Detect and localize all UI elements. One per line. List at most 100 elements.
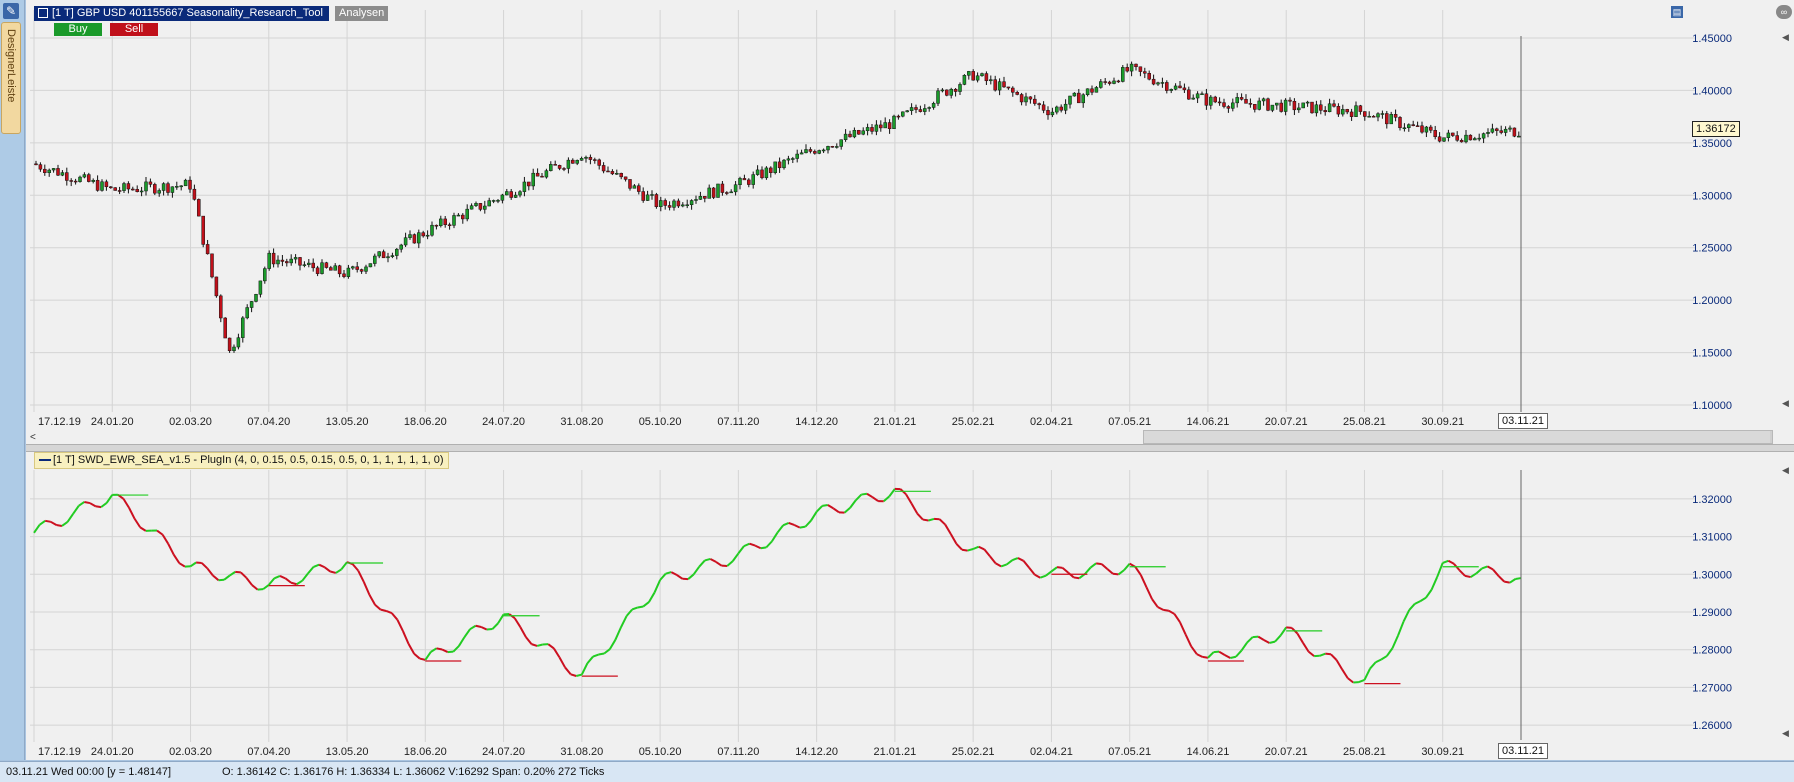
candle-body xyxy=(1121,67,1124,81)
indicator-segment xyxy=(1012,558,1018,560)
candle-body xyxy=(263,269,266,281)
scrollbar-thumb[interactable] xyxy=(1144,431,1770,443)
candle-body xyxy=(1179,86,1182,88)
indicator-x-axis: 17.12.1924.01.2002.03.2007.04.2013.05.20… xyxy=(38,746,1464,758)
candle-body xyxy=(1390,114,1393,124)
indicator-x-tick-label: 17.12.19 xyxy=(38,746,81,758)
candle-body xyxy=(629,179,632,188)
candle-body xyxy=(70,180,73,181)
indicator-segment xyxy=(811,512,817,521)
candle-body xyxy=(391,256,394,257)
price-x-tick-label: 07.11.20 xyxy=(717,416,759,428)
indicator-segment xyxy=(1515,578,1521,579)
candle-body xyxy=(1099,82,1102,88)
candle-body xyxy=(501,195,504,200)
candle-body xyxy=(1368,116,1371,117)
indicator-segment xyxy=(90,503,96,506)
indicator-segment xyxy=(1007,560,1013,564)
indicator-segment xyxy=(582,663,588,674)
candle-body xyxy=(1315,105,1318,113)
buy-button[interactable]: Buy xyxy=(54,23,102,36)
candle-body xyxy=(1201,94,1204,95)
indicator-segment xyxy=(1432,577,1438,590)
link-icon[interactable]: ∞ xyxy=(1776,5,1792,19)
candle-body xyxy=(901,112,904,116)
candle-body xyxy=(598,160,601,166)
candle-body xyxy=(1289,100,1292,101)
panel-collapse-icon[interactable]: ◀ xyxy=(1782,32,1789,43)
candle-body xyxy=(228,338,231,351)
data-box-icon[interactable]: ▤ xyxy=(1671,6,1683,18)
candle-body xyxy=(527,182,530,186)
indicator-segment xyxy=(409,644,415,654)
instrument-title[interactable]: [1 T] GBP USD 401155667 Seasonality_Rese… xyxy=(34,6,329,21)
candle-body xyxy=(250,301,253,307)
price-y-tick-label: 1.35000 xyxy=(1692,138,1732,150)
candle-body xyxy=(1267,99,1270,111)
candle-body xyxy=(1240,97,1243,99)
horizontal-scrollbar[interactable] xyxy=(1143,430,1773,444)
indicator-segment xyxy=(1364,669,1370,680)
candle-body xyxy=(532,173,535,186)
candle-body xyxy=(1513,128,1516,136)
indicator-segment xyxy=(990,556,996,563)
current-price-tag: 1.36172 xyxy=(1692,121,1740,137)
indicator-segment xyxy=(258,589,264,590)
indicator-segment xyxy=(1180,622,1186,634)
candle-body xyxy=(79,177,82,182)
indicator-segment xyxy=(1331,654,1337,660)
candle-body xyxy=(466,209,469,219)
minimize-icon[interactable] xyxy=(38,8,48,18)
candle-body xyxy=(83,175,86,177)
indicator-label[interactable]: [1 T] SWD_EWR_SEA_v1.5 - PlugIn (4, 0, 0… xyxy=(34,452,449,469)
indicator-cursor-date: 03.11.21 xyxy=(1498,743,1548,759)
indicator-segment xyxy=(157,531,163,535)
indicator-collapse-icon[interactable]: ◀ xyxy=(1782,465,1789,476)
indicator-segment xyxy=(778,525,784,532)
panel-divider[interactable] xyxy=(26,444,1794,452)
candle-body xyxy=(875,125,878,131)
panel-collapse-icon-bottom[interactable]: ◀ xyxy=(1782,398,1789,409)
indicator-segment xyxy=(515,618,521,627)
candle-body xyxy=(1258,101,1261,109)
candle-body xyxy=(1372,116,1375,117)
indicator-segment xyxy=(498,614,504,623)
indicator-series xyxy=(34,489,1521,684)
candle-body xyxy=(1249,103,1252,104)
chart-canvas[interactable]: 1.450001.400001.350001.300001.250001.200… xyxy=(0,0,1794,760)
candle-body xyxy=(1108,82,1111,84)
candle-body xyxy=(778,162,781,168)
candle-body xyxy=(787,159,790,160)
indicator-segment xyxy=(783,523,789,525)
indicator-collapse-icon-bottom[interactable]: ◀ xyxy=(1782,728,1789,739)
candle-body xyxy=(1011,88,1014,92)
candle-body xyxy=(976,76,979,80)
sell-button[interactable]: Sell xyxy=(110,23,158,36)
analysen-button[interactable]: Analysen xyxy=(335,6,388,21)
scroll-left-icon[interactable]: < xyxy=(30,432,36,443)
candle-body xyxy=(123,184,126,191)
indicator-segment xyxy=(727,561,733,566)
candle-body xyxy=(290,259,293,263)
indicator-x-tick-label: 14.12.20 xyxy=(795,746,838,758)
candle-body xyxy=(1355,106,1358,117)
candle-body xyxy=(1113,81,1116,84)
indicator-segment xyxy=(1074,577,1080,578)
candle-body xyxy=(114,188,117,191)
candle-body xyxy=(338,266,341,274)
candle-body xyxy=(717,184,720,198)
candle-body xyxy=(109,187,112,188)
candle-body xyxy=(1223,103,1226,107)
indicator-segment xyxy=(1141,575,1147,587)
candle-body xyxy=(510,192,513,198)
indicator-x-tick-label: 30.09.21 xyxy=(1421,746,1464,758)
indicator-segment xyxy=(1482,566,1488,568)
indicator-segment xyxy=(789,523,795,525)
candle-body xyxy=(105,182,108,187)
indicator-segment xyxy=(1085,568,1091,574)
candle-body xyxy=(1333,104,1336,107)
candle-body xyxy=(805,149,808,152)
candle-body xyxy=(602,165,605,171)
candle-body xyxy=(1280,103,1283,111)
indicator-segment xyxy=(800,527,806,528)
